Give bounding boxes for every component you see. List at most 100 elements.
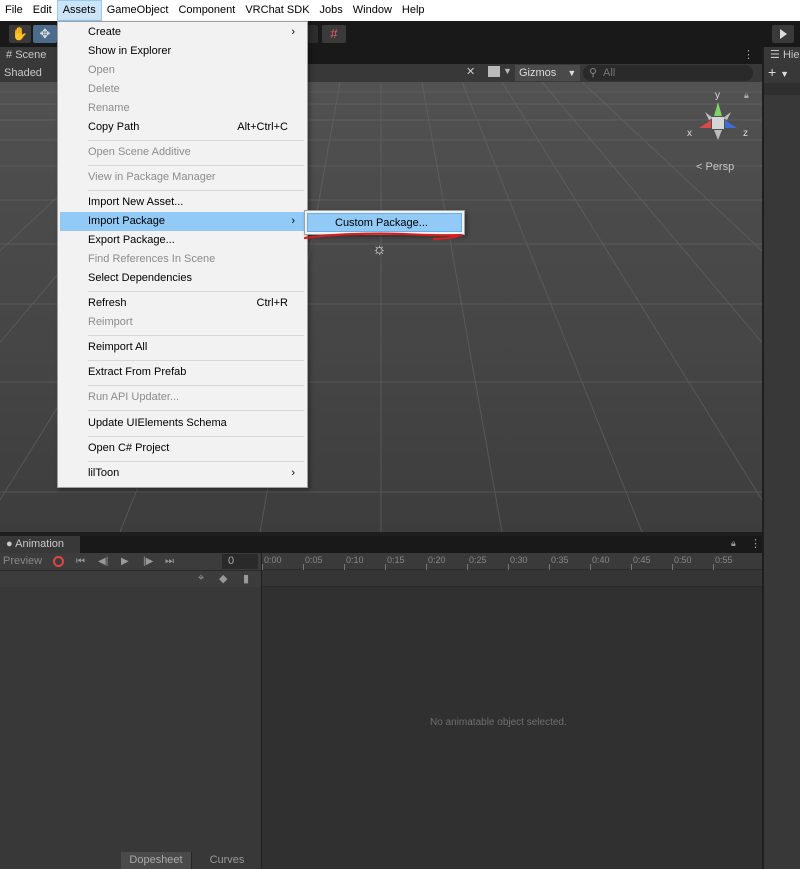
tab-animation[interactable]: ● Animation	[0, 536, 80, 553]
menu-item-shortcut: Ctrl+R	[256, 297, 288, 309]
search-placeholder: All	[603, 67, 616, 79]
lock-icon[interactable]: 🔒︎	[744, 90, 749, 101]
menu-item-label: lilToon	[88, 467, 120, 479]
orientation-gizmo[interactable]: y x z	[683, 88, 753, 158]
first-frame-icon[interactable]: ⏮	[76, 554, 85, 569]
menu-item-export-package[interactable]: Export Package...	[60, 231, 305, 250]
scene-tab-label: Scene	[15, 49, 47, 61]
camera-icon[interactable]	[488, 66, 500, 77]
menu-item-delete: Delete	[60, 80, 305, 99]
tab-scene[interactable]: # Scene	[0, 47, 60, 64]
menu-item-liltoon[interactable]: lilToon ›	[60, 464, 305, 483]
tick-label: 0:30	[510, 555, 528, 565]
menu-item-label: Open	[88, 64, 115, 76]
menu-item-label: Find References In Scene	[88, 253, 216, 265]
menu-item-label: Export Package...	[88, 234, 175, 246]
menu-item-copy-path[interactable]: Copy Path Alt+Ctrl+C	[60, 118, 305, 137]
menu-assets[interactable]: Assets	[56, 0, 102, 21]
menu-component[interactable]: Component	[173, 0, 240, 21]
menu-item-shortcut: Alt+Ctrl+C	[237, 121, 288, 133]
menu-separator	[88, 291, 304, 292]
persp-label[interactable]: < Persp	[696, 161, 734, 173]
axis-z-label: z	[743, 128, 748, 139]
chevron-down-icon[interactable]: ▼	[503, 66, 512, 76]
chevron-down-icon: ▼	[567, 68, 577, 78]
tools-icon[interactable]: ✕	[466, 65, 475, 78]
lock-icon[interactable]: 🔒︎	[731, 538, 736, 549]
gizmos-dropdown[interactable]: Gizmos ▼	[515, 65, 581, 81]
hierarchy-panel: ☰ Hie + ▼	[764, 47, 800, 869]
play-icon[interactable]: ▶	[121, 554, 129, 569]
tab-dopesheet[interactable]: Dopesheet	[121, 852, 191, 869]
menu-item-find-references: Find References In Scene	[60, 250, 305, 269]
empty-state-message: No animatable object selected.	[430, 717, 567, 728]
menu-separator	[88, 165, 304, 166]
play-button[interactable]	[772, 25, 794, 43]
next-frame-icon[interactable]: |▶	[143, 554, 153, 569]
scene-search-input[interactable]: ⚲ All	[583, 65, 753, 81]
tab-hierarchy[interactable]: ☰ Hie	[764, 47, 800, 64]
menu-item-run-api-updater: Run API Updater...	[60, 388, 305, 407]
tick-label: 0:40	[592, 555, 610, 565]
menu-jobs[interactable]: Jobs	[315, 0, 348, 21]
menu-file[interactable]: File	[0, 0, 28, 21]
menu-separator	[88, 360, 304, 361]
toolbar-partial-button[interactable]	[308, 25, 318, 43]
menu-help[interactable]: Help	[397, 0, 430, 21]
filter-icon[interactable]: ⌖	[198, 572, 204, 585]
add-event-icon[interactable]: ▮	[243, 572, 249, 585]
menu-item-label: Rename	[88, 102, 130, 114]
menu-item-label: Reimport	[88, 316, 133, 328]
menu-window[interactable]: Window	[348, 0, 397, 21]
menu-item-refresh[interactable]: Refresh Ctrl+R	[60, 294, 305, 313]
add-object-button[interactable]: + ▼	[768, 64, 789, 80]
menu-item-label: Delete	[88, 83, 120, 95]
tick-label: 0:10	[346, 555, 364, 565]
prev-frame-icon[interactable]: ◀|	[98, 554, 108, 569]
hand-tool-icon[interactable]: ✋	[9, 25, 31, 43]
record-icon[interactable]	[53, 556, 64, 567]
move-tool-icon[interactable]: ✥	[33, 25, 57, 43]
last-frame-icon[interactable]: ⏭	[165, 554, 174, 569]
menu-item-label: Open Scene Additive	[88, 146, 191, 158]
menu-vrchat-sdk[interactable]: VRChat SDK	[240, 0, 314, 21]
hierarchy-search-bar[interactable]	[764, 83, 800, 95]
menu-item-extract-from-prefab[interactable]: Extract From Prefab	[60, 363, 305, 382]
search-icon: ⚲	[589, 67, 598, 79]
add-keyframe-icon[interactable]: ◆	[219, 572, 227, 585]
tick-label: 0:20	[428, 555, 446, 565]
event-lane[interactable]	[262, 570, 762, 587]
submenu-arrow-icon: ›	[291, 26, 295, 38]
panel-menu-icon[interactable]: ⋮	[750, 537, 761, 550]
menu-item-view-in-package-manager: View in Package Manager	[60, 168, 305, 187]
animation-tab-label: Animation	[15, 538, 65, 550]
animation-tab-bar: ● Animation 🔒︎ ⋮	[0, 536, 762, 553]
grid-snap-icon[interactable]: #	[322, 25, 346, 43]
panel-menu-icon[interactable]: ⋮	[743, 48, 754, 61]
timeline-ruler[interactable]: 0:00 0:05 0:10 0:15 0:20 0:25 0:30 0:35 …	[262, 553, 762, 570]
menu-item-update-uielements-schema[interactable]: Update UIElements Schema	[60, 414, 305, 433]
menu-item-import-new-asset[interactable]: Import New Asset...	[60, 193, 305, 212]
menu-edit[interactable]: Edit	[28, 0, 57, 21]
menu-item-create[interactable]: Create ›	[60, 23, 305, 42]
menu-item-select-dependencies[interactable]: Select Dependencies	[60, 269, 305, 288]
menu-item-label: Refresh	[88, 297, 127, 309]
tick-label: 0:25	[469, 555, 487, 565]
dopesheet-area[interactable]: 0:00 0:05 0:10 0:15 0:20 0:25 0:30 0:35 …	[262, 553, 762, 869]
menu-separator	[88, 335, 304, 336]
menu-item-show-in-explorer[interactable]: Show in Explorer	[60, 42, 305, 61]
menu-item-import-package[interactable]: Import Package ›	[60, 212, 305, 231]
menu-bar: File Edit Assets GameObject Component VR…	[0, 0, 800, 21]
menu-item-reimport-all[interactable]: Reimport All	[60, 338, 305, 357]
plus-icon: +	[768, 64, 777, 80]
menu-item-label: Show in Explorer	[88, 45, 172, 57]
animation-controls: Preview ⏮ ◀| ▶ |▶ ⏭ 0	[0, 553, 261, 570]
preview-toggle[interactable]: Preview	[3, 554, 42, 569]
tab-curves[interactable]: Curves	[192, 852, 262, 869]
menu-gameobject[interactable]: GameObject	[102, 0, 174, 21]
shading-mode-dropdown[interactable]: Shaded	[4, 65, 42, 81]
menu-item-reimport: Reimport	[60, 313, 305, 332]
tick-label: 0:55	[715, 555, 733, 565]
frame-input[interactable]: 0	[222, 554, 258, 569]
menu-item-open-csharp-project[interactable]: Open C# Project	[60, 439, 305, 458]
